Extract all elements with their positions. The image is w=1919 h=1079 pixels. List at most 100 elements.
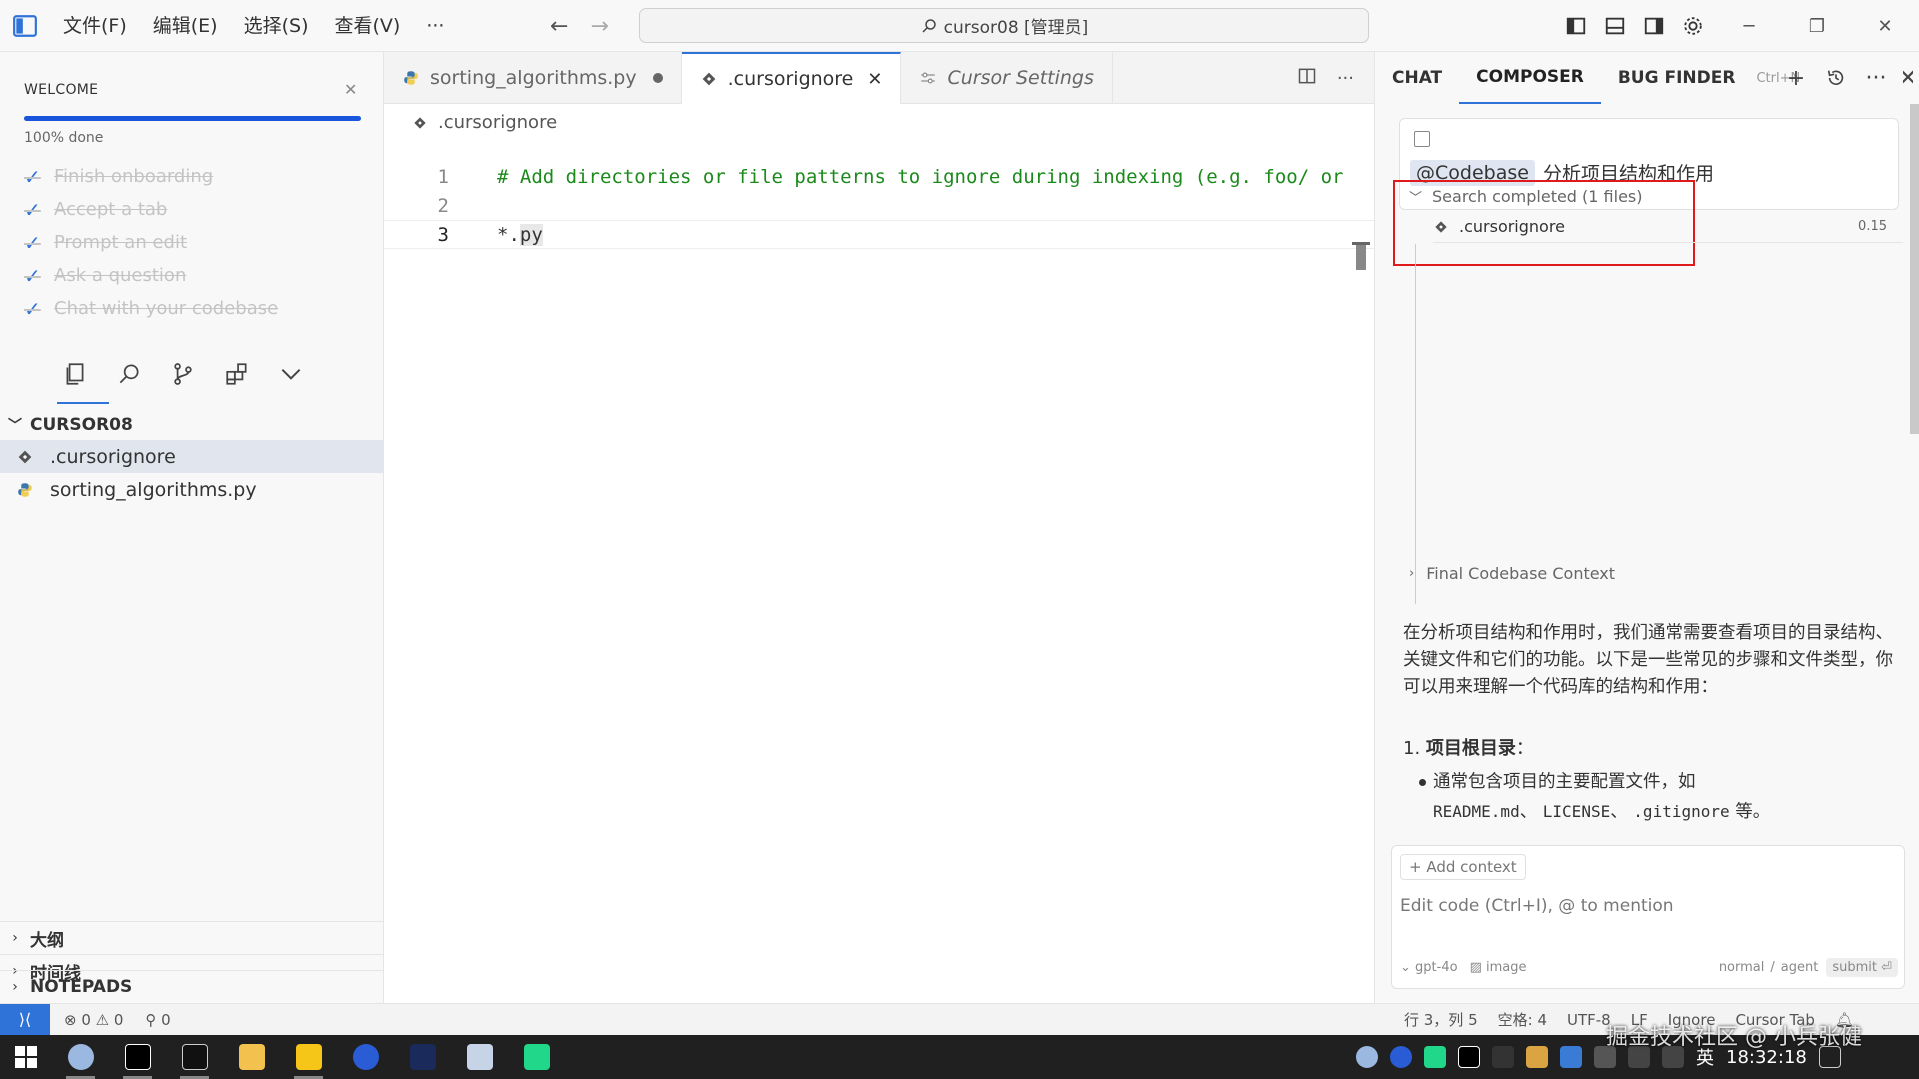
- relevance-score: 0.15: [1858, 219, 1887, 234]
- onboarding-steps: ✓ Finish onboarding ✓ Accept a tab ✓ Prompt…: [24, 160, 278, 325]
- file-item-sorting-algorithms[interactable]: sorting_algorithms.py: [0, 473, 383, 506]
- tray-jetbrains-icon[interactable]: [1458, 1046, 1480, 1068]
- taskbar-app-file-explorer-icon[interactable]: [223, 1035, 280, 1079]
- tray-todo-icon[interactable]: [1390, 1046, 1412, 1068]
- search-completed-header[interactable]: ﹀ Search completed (1 files): [1409, 187, 1643, 206]
- taskbar-app-avatar-icon[interactable]: [52, 1035, 109, 1079]
- file-item-cursorignore[interactable]: .cursorignore: [0, 440, 383, 473]
- tray-display-icon[interactable]: [1560, 1046, 1582, 1068]
- menu-edit[interactable]: 编辑(E): [140, 0, 231, 52]
- indentation[interactable]: 空格: 4: [1498, 1009, 1547, 1030]
- taskbar-app-pycharm-icon[interactable]: [508, 1035, 565, 1079]
- breadcrumb[interactable]: .cursorignore: [412, 112, 557, 133]
- problems-indicator[interactable]: ⊗ 0 ⚠ 0: [64, 1011, 123, 1029]
- chevron-right-icon: ›: [1409, 566, 1415, 581]
- unsaved-dot-icon[interactable]: [652, 73, 663, 83]
- composer-input-placeholder[interactable]: Edit code (Ctrl+I), @ to mention: [1400, 896, 1674, 916]
- tab-sorting-algorithms[interactable]: sorting_algorithms.py: [384, 52, 682, 104]
- taskbar-app-chat-icon[interactable]: [451, 1035, 508, 1079]
- tab-chat[interactable]: CHAT: [1375, 52, 1459, 104]
- model-selector[interactable]: ⌄ gpt-4o: [1400, 960, 1458, 975]
- settings-gear-icon[interactable]: [1673, 0, 1712, 52]
- command-center[interactable]: cursor08 [管理员]: [639, 8, 1369, 43]
- plus-icon[interactable]: +: [1783, 66, 1809, 91]
- cursor-position[interactable]: 行 3，列 5: [1404, 1009, 1478, 1030]
- history-icon[interactable]: [1823, 67, 1849, 89]
- python-file-icon: [402, 69, 420, 87]
- taskbar-app-media-player-icon[interactable]: [280, 1035, 337, 1079]
- explorer-icon[interactable]: [60, 357, 90, 391]
- folder-name: CURSOR08: [30, 414, 133, 435]
- source-control-icon[interactable]: [168, 357, 198, 391]
- tray-network-icon[interactable]: [1492, 1046, 1514, 1068]
- chevron-right-icon: ›: [12, 979, 18, 995]
- onboarding-step[interactable]: ✓ Ask a question: [24, 259, 278, 292]
- restore-icon[interactable]: ❐: [1783, 0, 1851, 52]
- tab-label: sorting_algorithms.py: [430, 67, 637, 89]
- mode-normal[interactable]: normal: [1719, 960, 1765, 975]
- onboarding-step[interactable]: ✓ Prompt an edit: [24, 226, 278, 259]
- section-outline[interactable]: › 大纲: [0, 921, 383, 954]
- encoding[interactable]: UTF-8: [1567, 1011, 1611, 1029]
- ports-indicator[interactable]: ⚲ 0: [145, 1011, 170, 1029]
- check-icon: ✓: [24, 230, 41, 255]
- onboarding-step[interactable]: ✓ Accept a tab: [24, 193, 278, 226]
- back-arrow-icon[interactable]: ←: [550, 14, 568, 39]
- toggle-secondary-sidebar-icon[interactable]: [1634, 0, 1673, 52]
- taskbar-app-todo-icon[interactable]: [337, 1035, 394, 1079]
- menu-selection[interactable]: 选择(S): [231, 0, 322, 52]
- tab-cursorignore[interactable]: .cursorignore ✕: [681, 52, 902, 104]
- search-icon[interactable]: [114, 357, 144, 391]
- code-line[interactable]: 2: [384, 191, 1374, 220]
- panel-scrollbar[interactable]: [1910, 104, 1919, 434]
- image-button[interactable]: ▨ image: [1470, 960, 1527, 975]
- tray-pycharm-icon[interactable]: [1424, 1046, 1446, 1068]
- activity-bar: [60, 357, 306, 391]
- search-result-file[interactable]: .cursorignore 0.15: [1433, 211, 1903, 243]
- tray-cat-icon[interactable]: [1526, 1046, 1548, 1068]
- section-notepads[interactable]: › NOTEPADS: [0, 970, 383, 1003]
- cursorignore-file-icon: [700, 70, 718, 88]
- close-icon[interactable]: ✕: [1903, 66, 1913, 91]
- taskbar-app-jetbrains-icon[interactable]: [109, 1035, 166, 1079]
- more-actions-icon[interactable]: ···: [1863, 66, 1889, 91]
- close-icon[interactable]: ✕: [867, 69, 882, 90]
- line-number: 2: [437, 194, 449, 217]
- minimize-icon[interactable]: ─: [1715, 0, 1783, 52]
- code-line-current[interactable]: 3 *.py: [384, 220, 1374, 249]
- tray-avatar-icon[interactable]: [1356, 1046, 1378, 1068]
- menu-view[interactable]: 查看(V): [322, 0, 414, 52]
- toggle-panel-icon[interactable]: [1595, 0, 1634, 52]
- menu-more[interactable]: ···: [413, 0, 457, 52]
- remote-indicator-icon[interactable]: ⟩⟨: [0, 1003, 50, 1036]
- split-editor-icon[interactable]: [1297, 66, 1317, 91]
- onboarding-step[interactable]: ✓ Finish onboarding: [24, 160, 278, 193]
- final-context-label: Final Codebase Context: [1426, 564, 1616, 583]
- windows-start-icon[interactable]: [0, 1035, 52, 1079]
- code-line[interactable]: 1 # Add directories or file patterns to …: [384, 162, 1374, 191]
- add-context-button[interactable]: + Add context: [1400, 854, 1526, 880]
- primary-sidebar: WELCOME ✕ 100% done ✓ Finish onboarding ✓…: [0, 52, 384, 1003]
- toggle-primary-sidebar-icon[interactable]: [1556, 0, 1595, 52]
- more-actions-icon[interactable]: ···: [1337, 68, 1354, 89]
- chevron-down-icon[interactable]: [276, 357, 306, 391]
- extensions-icon[interactable]: [222, 357, 252, 391]
- watermark: 掘金技术社区 @ 小兵张健: [1606, 1025, 1862, 1050]
- explorer-folder-header[interactable]: ﹀ CURSOR08: [0, 408, 383, 441]
- taskbar-app-cursor-icon[interactable]: [166, 1035, 223, 1079]
- tab-bug-finder[interactable]: BUG FINDER: [1601, 52, 1753, 104]
- mode-agent[interactable]: agent: [1781, 960, 1819, 975]
- cursorignore-file-icon: [414, 116, 426, 129]
- taskbar-app-terminal-icon[interactable]: [394, 1035, 451, 1079]
- tab-composer[interactable]: COMPOSER: [1459, 52, 1601, 104]
- onboarding-step[interactable]: ✓ Chat with your codebase: [24, 292, 278, 325]
- close-window-icon[interactable]: ✕: [1851, 0, 1919, 52]
- python-file-icon: [0, 481, 50, 499]
- submit-button[interactable]: submit ⏎: [1826, 958, 1898, 977]
- composer-input-box[interactable]: + Add context Edit code (Ctrl+I), @ to m…: [1391, 845, 1905, 989]
- forward-arrow-icon[interactable]: →: [590, 14, 608, 39]
- final-codebase-context[interactable]: › Final Codebase Context: [1409, 564, 1615, 583]
- tab-cursor-settings[interactable]: Cursor Settings: [901, 52, 1113, 104]
- close-icon[interactable]: ✕: [344, 80, 357, 99]
- menu-file[interactable]: 文件(F): [50, 0, 140, 52]
